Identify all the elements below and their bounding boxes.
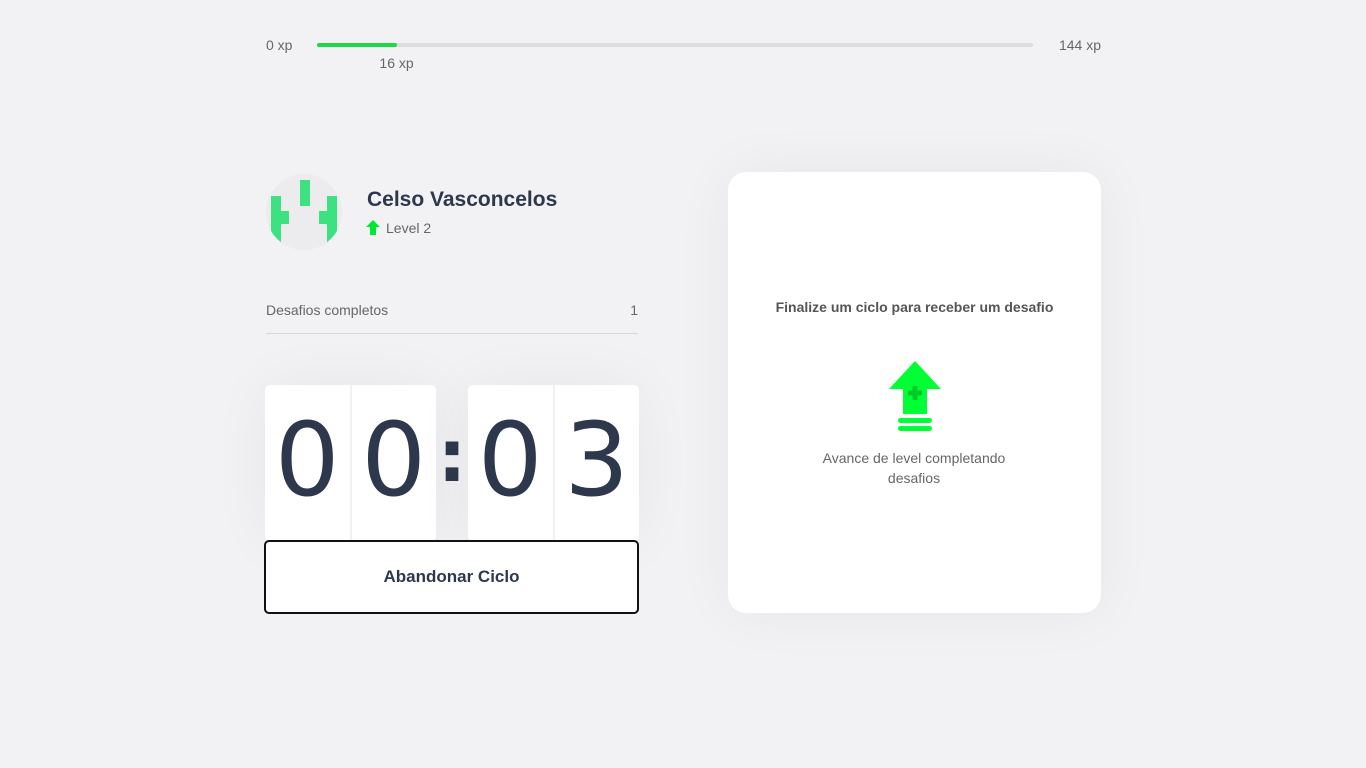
abandon-cycle-button[interactable]: Abandonar Ciclo (264, 540, 639, 614)
seconds-ones-digit: 3 (553, 385, 640, 541)
xp-current-label: 16 xp (379, 55, 414, 71)
completed-challenges-label: Desafios completos (266, 302, 389, 318)
minutes-ones-digit: 0 (350, 385, 437, 541)
level-label: Level 2 (386, 220, 432, 236)
countdown-seconds: 0 3 (468, 385, 639, 541)
challenge-box-title: Finalize um ciclo para receber um desafi… (775, 299, 1054, 315)
green-logo-icon (271, 180, 337, 245)
level-up-arrow-icon (889, 361, 941, 431)
countdown-minutes: 0 0 (265, 385, 436, 541)
countdown-separator: : (437, 414, 467, 498)
experience-bar: 0 xp 16 xp 144 xp (266, 36, 1101, 71)
avatar (266, 174, 342, 250)
challenge-box: Finalize um ciclo para receber um desafi… (728, 172, 1101, 613)
xp-max-label: 144 xp (1058, 37, 1101, 53)
xp-progress-track (317, 43, 1033, 47)
xp-progress-fill (317, 43, 397, 47)
level-up-icon (366, 220, 380, 235)
completed-challenges: Desafios completos 1 (266, 300, 638, 334)
countdown-timer: 0 0 : 0 3 (265, 385, 639, 541)
user-name: Celso Vasconcelos (367, 188, 558, 211)
seconds-tens-digit: 0 (468, 385, 554, 541)
challenge-box-subtitle: Avance de level completando desafios (822, 450, 1006, 486)
completed-challenges-count: 1 (630, 302, 638, 318)
minutes-tens-digit: 0 (265, 385, 351, 541)
level-indicator: Level 2 (366, 220, 431, 236)
profile: Celso Vasconcelos Level 2 (266, 172, 638, 252)
xp-min-label: 0 xp (266, 37, 293, 53)
